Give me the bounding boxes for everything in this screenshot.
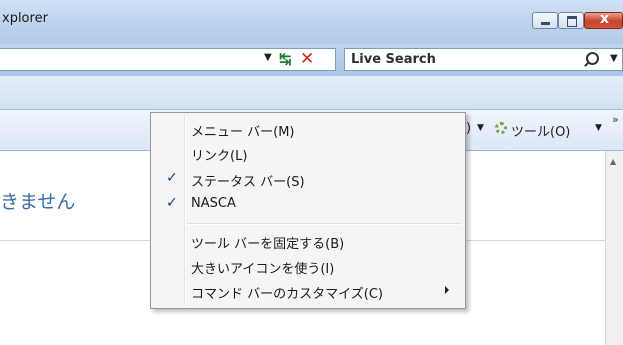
checkmark-icon: ✓	[166, 170, 178, 186]
stop-icon[interactable]: ✕	[300, 49, 314, 69]
submenu-arrow-icon	[445, 286, 449, 294]
menu-item-label: NASCA	[191, 196, 236, 211]
close-icon: x	[600, 11, 610, 27]
search-icon[interactable]	[586, 52, 599, 65]
search-placeholder: Live Search	[351, 52, 436, 67]
maximize-button[interactable]	[558, 12, 584, 29]
scroll-up-icon[interactable]: ▲	[610, 157, 616, 166]
menu-item-links[interactable]: リンク(L)	[153, 142, 463, 164]
window-title: xplorer	[2, 11, 48, 26]
menu-item-customize-command-bar[interactable]: コマンド バーのカスタマイズ(C)	[153, 280, 463, 302]
gear-icon[interactable]	[495, 122, 507, 134]
menu-item-label: メニュー バー(M)	[191, 125, 295, 140]
address-toolbar: ▼ ↹ ✕ Live Search ▼	[0, 44, 623, 76]
menu-item-status-bar[interactable]: ✓ ステータス バー(S)	[153, 168, 463, 190]
tools-menu-button[interactable]: ツール(O)	[511, 121, 570, 140]
tools-dropdown-icon[interactable]: ▼	[595, 123, 602, 133]
vertical-scrollbar[interactable]: ▲	[605, 151, 623, 345]
menu-item-nasca[interactable]: ✓ NASCA	[153, 193, 463, 215]
menu-item-menu-bar[interactable]: メニュー バー(M)	[153, 118, 463, 140]
menu-item-lock-toolbars[interactable]: ツール バーを固定する(B)	[153, 230, 463, 252]
menu-item-label: ステータス バー(S)	[191, 175, 305, 190]
address-dropdown-icon[interactable]: ▼	[264, 52, 272, 63]
menu-item-label: 大きいアイコンを使う(I)	[191, 262, 335, 277]
chevron-more-icon[interactable]: »	[612, 113, 619, 126]
refresh-icon[interactable]: ↹	[279, 50, 292, 68]
search-dropdown-icon[interactable]: ▼	[610, 53, 618, 64]
menu-item-label: ツール バーを固定する(B)	[191, 237, 345, 252]
menu-item-large-icons[interactable]: 大きいアイコンを使う(I)	[153, 255, 463, 277]
toolbar-context-menu: メニュー バー(M) リンク(L) ✓ ステータス バー(S) ✓ NASCA …	[150, 112, 466, 309]
checkmark-icon: ✓	[166, 195, 178, 211]
search-input[interactable]: Live Search ▼	[344, 48, 623, 71]
favorites-bar	[0, 76, 623, 110]
menu-item-label: リンク(L)	[191, 149, 248, 164]
close-button[interactable]: x	[584, 11, 623, 29]
menu-item-label: コマンド バーのカスタマイズ(C)	[191, 287, 383, 302]
menu-separator	[187, 223, 461, 225]
minimize-button[interactable]	[532, 12, 558, 29]
address-bar[interactable]: ▼ ↹ ✕	[0, 48, 336, 71]
page-menu-label[interactable]: )	[466, 121, 471, 136]
title-bar: xplorer x	[0, 0, 623, 44]
page-dropdown-icon[interactable]: ▼	[477, 123, 484, 133]
error-heading: きません	[0, 191, 76, 213]
